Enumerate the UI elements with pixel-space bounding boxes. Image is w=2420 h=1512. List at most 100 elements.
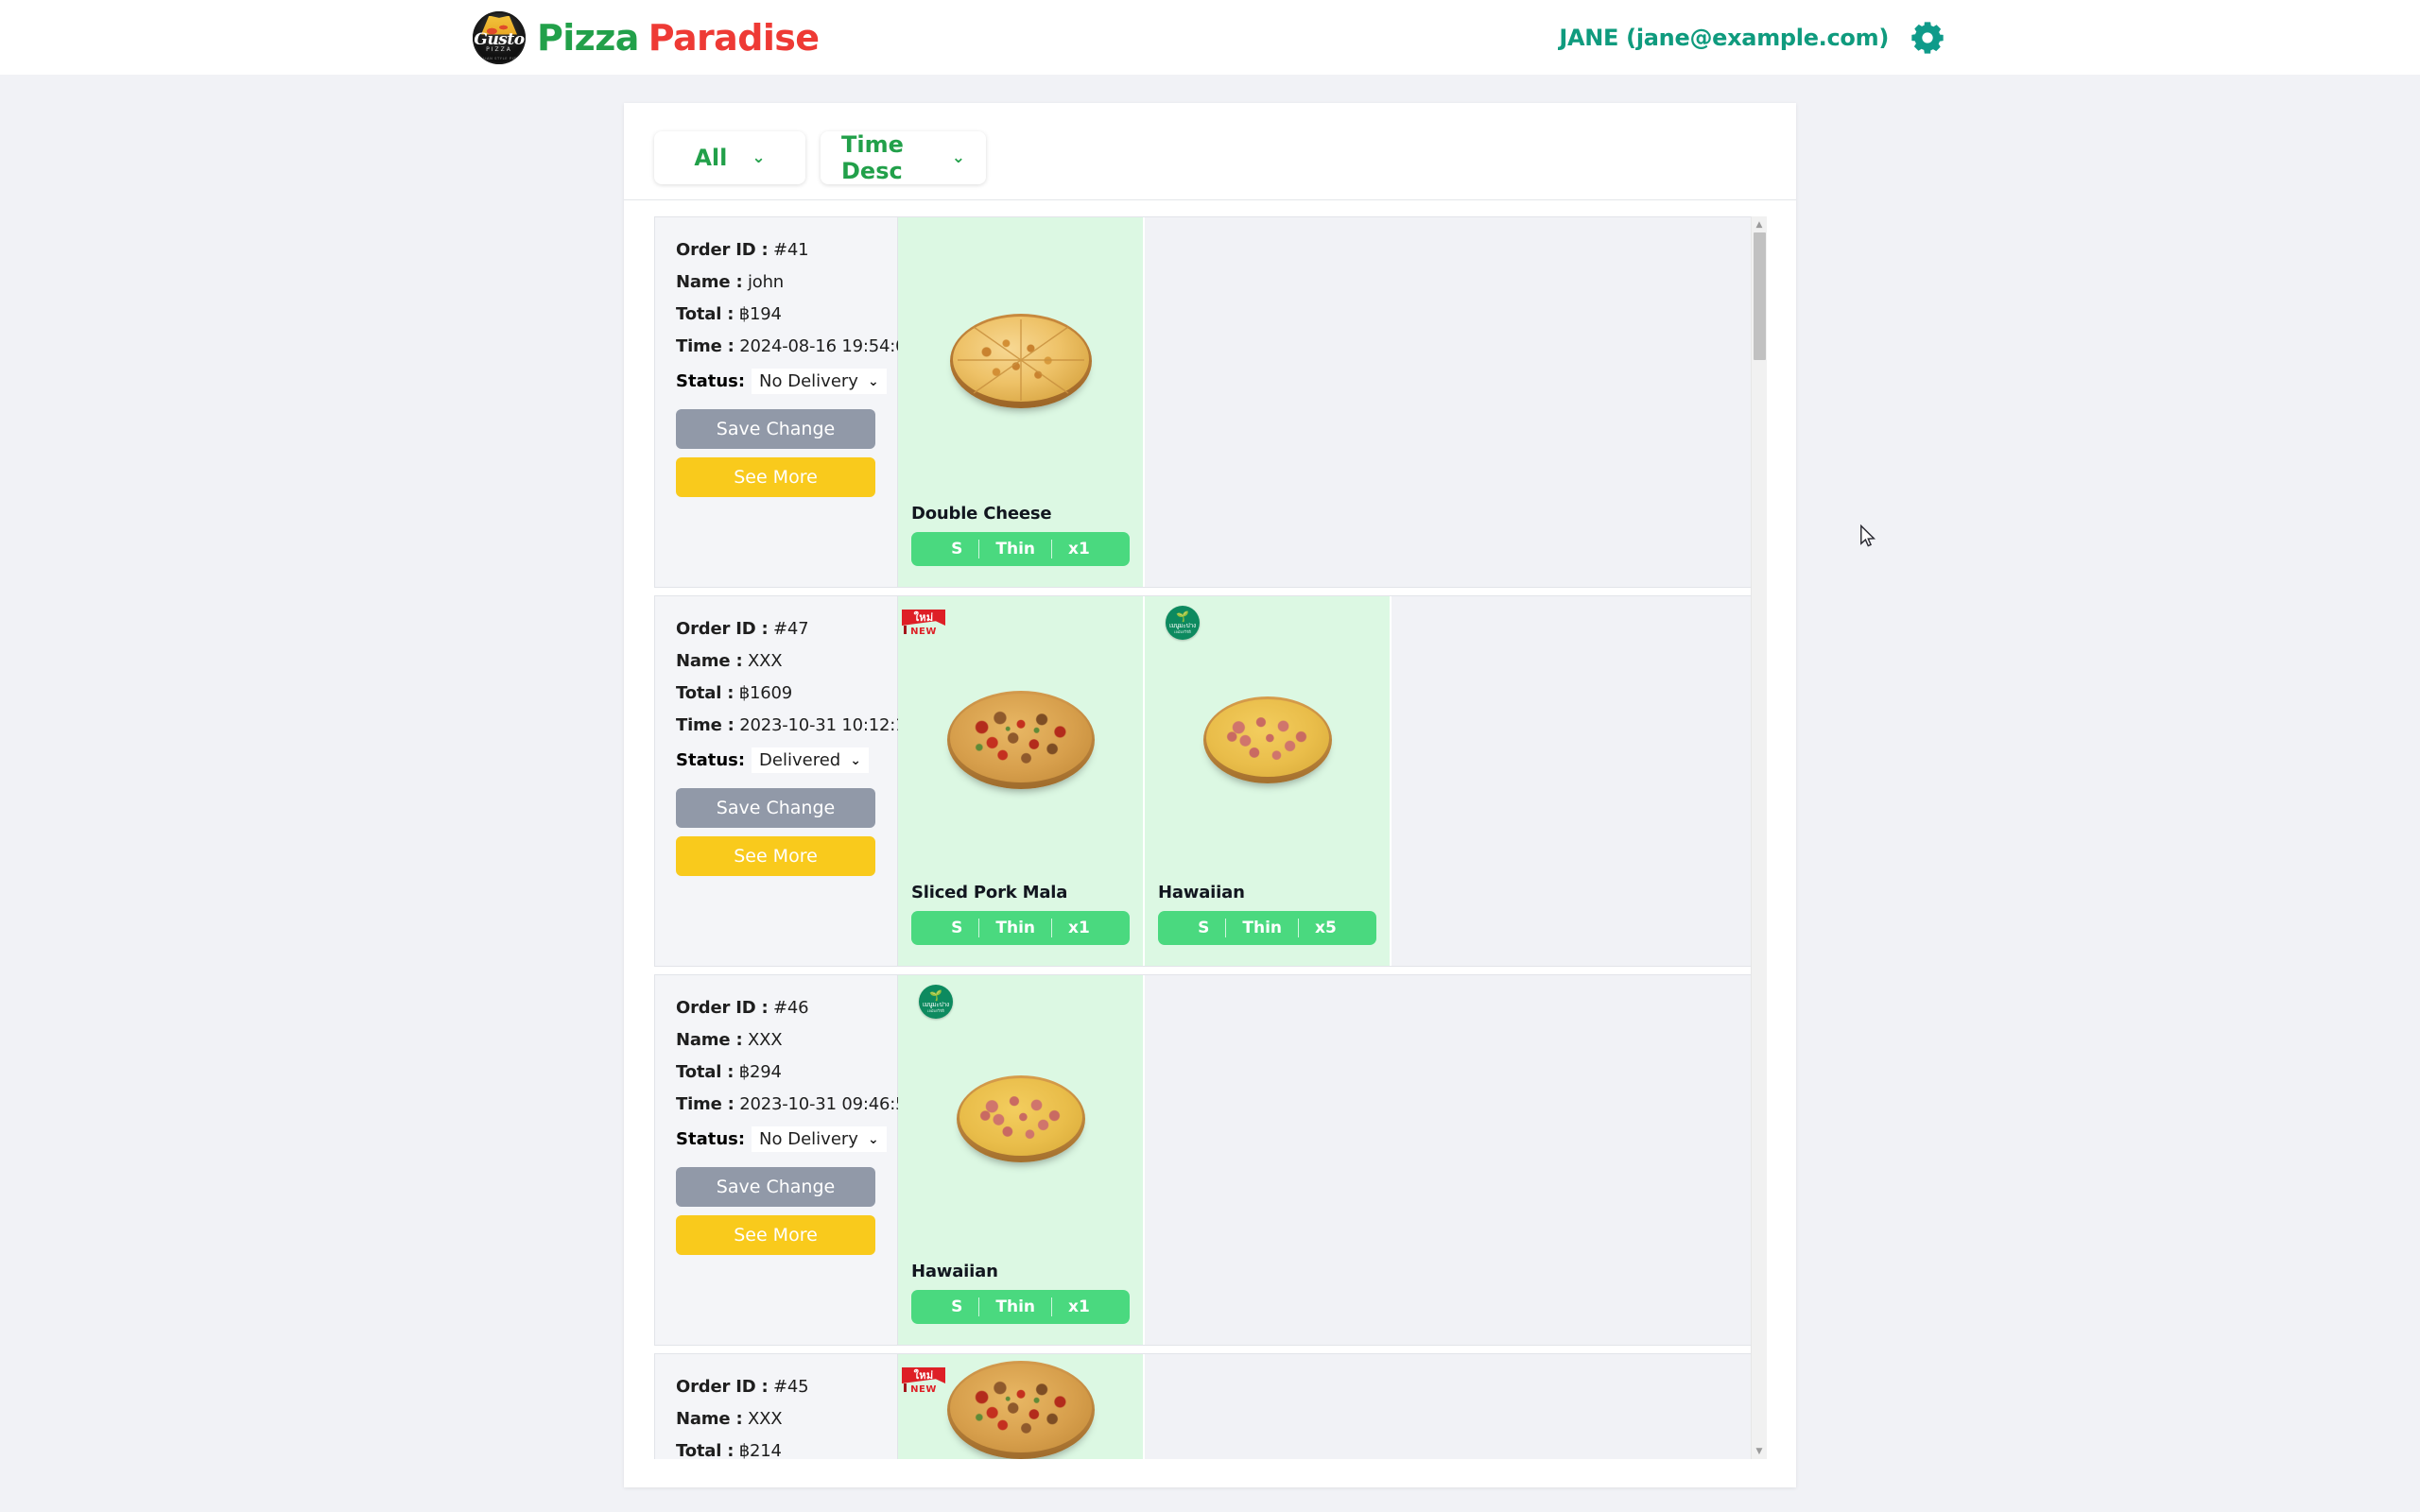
order-name-line: Name : XXX (676, 1409, 783, 1429)
order-status-value: Delivered (759, 750, 841, 770)
pizza-options-pill[interactable]: S Thin x1 (911, 911, 1130, 945)
save-change-button[interactable]: Save Change (676, 788, 875, 828)
see-more-button[interactable]: See More (676, 1215, 875, 1255)
header-right: JANE (jane@example.com) (1559, 18, 1947, 58)
logo-arc-text: ITALIAN STYLE PIZZA (475, 56, 523, 60)
pizza-item-card: 🌱 เมนูมะปาง เจมังสวิรัติ Hawaiian S Thin… (898, 975, 1145, 1345)
pizza-quantity: x1 (1068, 919, 1090, 937)
scroll-thumb[interactable] (1754, 232, 1766, 360)
new-badge-icon: ใหม่ NEW (902, 610, 945, 637)
new-badge-thai-label: ใหม่ (902, 1367, 945, 1383)
order-status-line: Status: No Delivery ⌄ (676, 1126, 887, 1152)
pizza-quantity: x5 (1315, 919, 1337, 937)
brand[interactable]: Gusto PIZZA ITALIAN STYLE PIZZA Pizza Par… (473, 10, 820, 64)
pizza-image (911, 975, 1130, 1262)
order-status-line: Status: Delivered ⌄ (676, 747, 876, 773)
order-total-line: Total : ฿294 (676, 1062, 782, 1082)
pizza-item-card: ใหม่ NEW (898, 1354, 1145, 1459)
sort-filter-select[interactable]: Time Desc ⌄ (821, 131, 986, 184)
scroll-up-arrow-icon[interactable]: ▲ (1752, 216, 1767, 232)
pizza-image (911, 217, 1130, 504)
filter-bar: All ⌄ Time Desc ⌄ (624, 124, 1796, 200)
order-info-panel: Order ID : #47 Name : XXX Total : ฿1609 … (655, 596, 917, 966)
pizza-options-pill[interactable]: S Thin x5 (1158, 911, 1376, 945)
pizza-crust: Thin (1242, 919, 1283, 937)
pizza-crust: Thin (995, 1297, 1036, 1316)
veg-badge-sub-label: เจมังสวิรัติ (927, 1007, 944, 1013)
brand-word-paradise: Paradise (648, 16, 820, 59)
chevron-down-icon: ⌄ (951, 147, 965, 167)
order-id-line: Order ID : #46 (676, 998, 809, 1018)
order-items: Double Cheese S Thin x1 (898, 217, 1765, 587)
order-total-line: Total : ฿1609 (676, 683, 793, 703)
logo-subtext: PIZZA (486, 45, 512, 53)
order-id-line: Order ID : #41 (676, 240, 809, 260)
pizza-name: Double Cheese (911, 504, 1052, 524)
chevron-down-icon: ⌄ (850, 752, 861, 768)
veg-badge-thai-label: เมนูมะปาง (922, 1001, 950, 1009)
pizza-item-card: Double Cheese S Thin x1 (898, 217, 1145, 587)
pizza-quantity: x1 (1068, 540, 1090, 558)
order-row: Order ID : #46 Name : XXX Total : ฿294 T… (654, 974, 1766, 1346)
order-status-select[interactable]: No Delivery ⌄ (752, 369, 887, 394)
app-header: Gusto PIZZA ITALIAN STYLE PIZZA Pizza Par… (0, 0, 2420, 75)
pizza-item-card: ใหม่ NEW Sliced Pork Mala S Thin x1 (898, 596, 1145, 966)
status-label: Status: (676, 750, 746, 770)
order-total-line: Total : ฿194 (676, 304, 782, 324)
see-more-button[interactable]: See More (676, 836, 875, 876)
orders-list: Order ID : #41 Name : john Total : ฿194 … (654, 216, 1766, 1459)
see-more-button[interactable]: See More (676, 457, 875, 497)
order-status-select[interactable]: Delivered ⌄ (752, 747, 869, 773)
order-row: Order ID : #47 Name : XXX Total : ฿1609 … (654, 595, 1766, 967)
pizza-options-pill[interactable]: S Thin x1 (911, 532, 1130, 566)
scroll-down-arrow-icon[interactable]: ▼ (1752, 1443, 1767, 1459)
pizza-name: Hawaiian (911, 1262, 998, 1281)
order-status-select[interactable]: No Delivery ⌄ (752, 1126, 887, 1152)
order-row: Order ID : #45 Name : XXX Total : ฿214 ใ… (654, 1353, 1766, 1459)
pizza-image (911, 596, 1130, 883)
order-id-line: Order ID : #47 (676, 619, 809, 639)
header-inner: Gusto PIZZA ITALIAN STYLE PIZZA Pizza Par… (473, 10, 1947, 64)
order-status-line: Status: No Delivery ⌄ (676, 369, 887, 394)
new-badge-icon: ใหม่ NEW (902, 1367, 945, 1395)
page-title: Pizza Paradise (537, 16, 820, 59)
order-name-line: Name : XXX (676, 1030, 783, 1050)
pizza-size: S (1198, 919, 1210, 937)
veg-badge-thai-label: เมนูมะปาง (1168, 622, 1197, 630)
pizza-item-card: 🌱 เมนูมะปาง เจมังสวิรัติ Hawaiian S Thin… (1145, 596, 1392, 966)
leaf-icon: 🌱 (929, 989, 942, 1003)
pizza-crust: Thin (995, 540, 1036, 558)
orders-panel: All ⌄ Time Desc ⌄ Order ID : #41 Name : … (624, 103, 1796, 1487)
category-filter-value: All (694, 145, 728, 171)
user-account-label[interactable]: JANE (jane@example.com) (1559, 25, 1889, 51)
order-time-line: Time : 2023-10-31 10:12:17 (676, 715, 917, 735)
order-info-panel: Order ID : #45 Name : XXX Total : ฿214 (655, 1354, 898, 1459)
vertical-scrollbar[interactable]: ▲ ▼ (1751, 216, 1767, 1459)
pizza-options-pill[interactable]: S Thin x1 (911, 1290, 1130, 1324)
pizza-name: Hawaiian (1158, 883, 1245, 902)
save-change-button[interactable]: Save Change (676, 1167, 875, 1207)
order-info-panel: Order ID : #46 Name : XXX Total : ฿294 T… (655, 975, 917, 1345)
category-filter-select[interactable]: All ⌄ (654, 131, 805, 184)
new-badge-thai-label: ใหม่ (902, 610, 945, 626)
order-items: ใหม่ NEW (898, 1354, 1765, 1459)
sort-filter-value: Time Desc (841, 131, 904, 184)
chevron-down-icon: ⌄ (867, 373, 879, 389)
vegetarian-badge-icon: 🌱 เมนูมะปาง เจมังสวิรัติ (1166, 606, 1200, 640)
save-change-button[interactable]: Save Change (676, 409, 875, 449)
pizza-image (1158, 596, 1376, 883)
pizza-quantity: x1 (1068, 1297, 1090, 1316)
new-badge-tail (904, 1383, 907, 1392)
order-name-line: Name : XXX (676, 651, 783, 671)
order-info-panel: Order ID : #41 Name : john Total : ฿194 … (655, 217, 917, 587)
order-status-value: No Delivery (759, 371, 858, 391)
orders-scroll-region: Order ID : #41 Name : john Total : ฿194 … (654, 216, 1767, 1459)
page-body: All ⌄ Time Desc ⌄ Order ID : #41 Name : … (0, 75, 2420, 1512)
gusto-pizza-logo-icon: Gusto PIZZA ITALIAN STYLE PIZZA (473, 10, 526, 64)
chevron-down-icon: ⌄ (752, 147, 766, 167)
order-id-line: Order ID : #45 (676, 1377, 809, 1397)
new-badge-tail (904, 626, 907, 634)
gear-icon[interactable] (1908, 18, 1947, 58)
order-row: Order ID : #41 Name : john Total : ฿194 … (654, 216, 1766, 588)
brand-word-pizza: Pizza (537, 16, 639, 59)
